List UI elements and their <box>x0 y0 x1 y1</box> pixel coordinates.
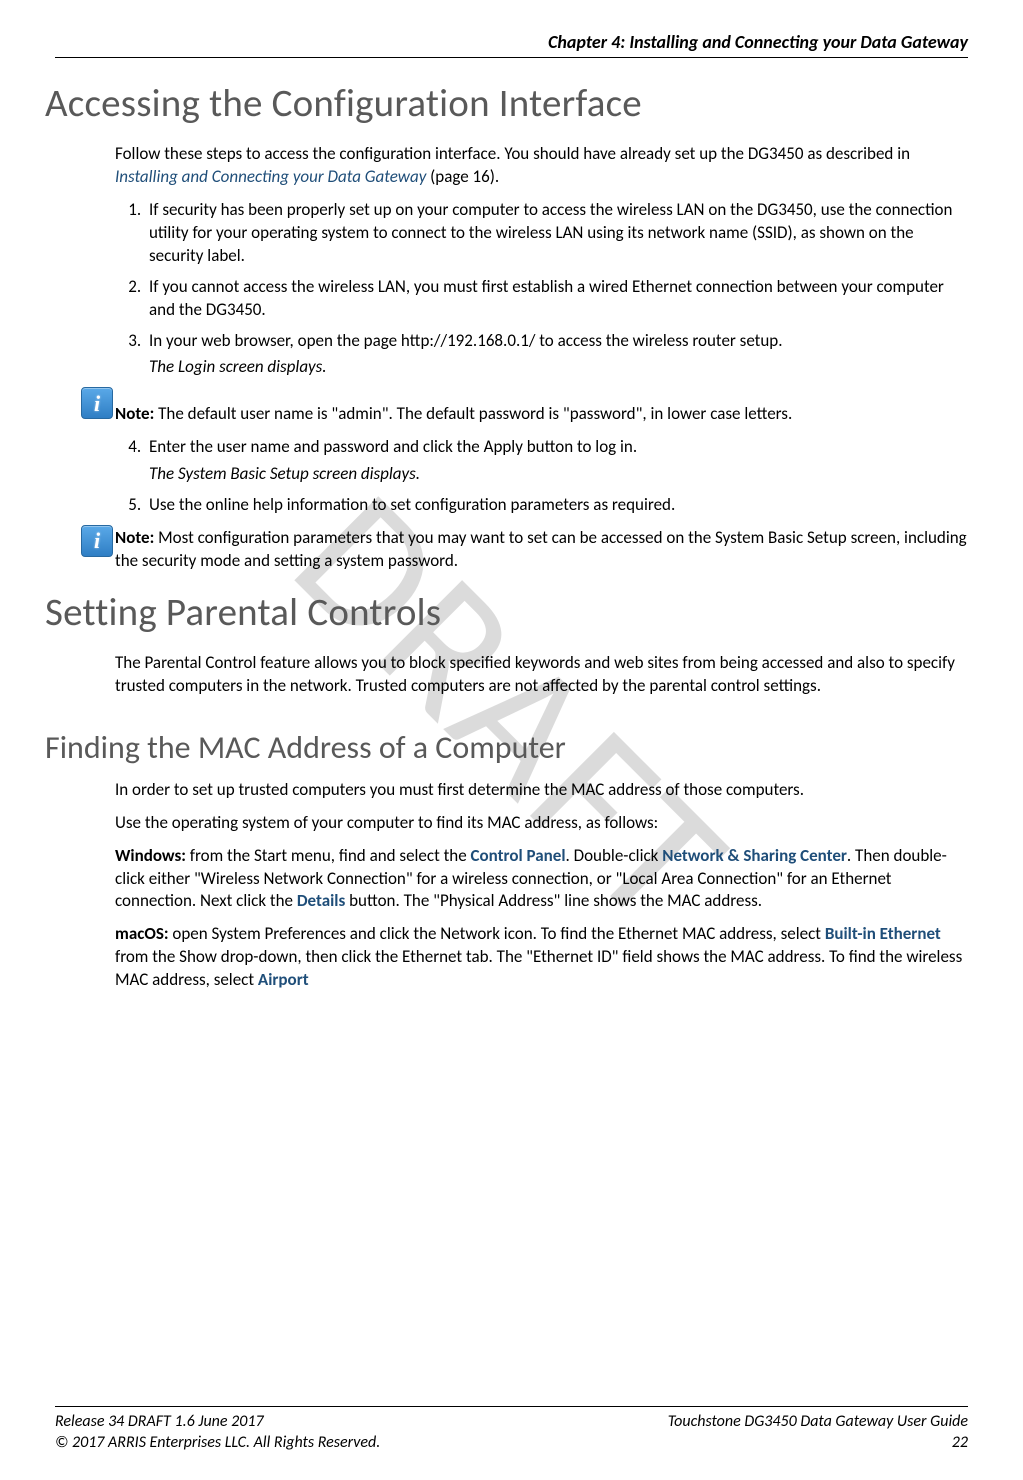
step-4-text: Enter the user name and password and cli… <box>149 436 637 457</box>
info-icon: i <box>81 387 113 419</box>
win-d: button. The "Physical Address" line show… <box>345 890 762 911</box>
note1-label: Note: <box>115 403 154 424</box>
page-footer: Release 34 DRAFT 1.6 June 2017 © 2017 AR… <box>55 1406 968 1454</box>
note2-text: Most configuration parameters that you m… <box>115 527 967 571</box>
step-1: If security has been properly set up on … <box>145 199 968 268</box>
win-b: . Double-click <box>566 845 663 866</box>
mac-p1: In order to set up trusted computers you… <box>115 779 968 802</box>
macos-para: macOS: open System Preferences and click… <box>115 923 968 992</box>
heading-parental-controls: Setting Parental Controls <box>45 587 968 640</box>
note-block-1: i Note: The default user name is "admin"… <box>115 389 968 426</box>
link-details[interactable]: Details <box>297 890 345 911</box>
macos-label: macOS: <box>115 923 169 944</box>
link-installing-guide[interactable]: Installing and Connecting your Data Gate… <box>115 166 426 187</box>
step-3-text: In your web browser, open the page http:… <box>149 330 783 351</box>
link-airport[interactable]: Airport <box>258 969 309 990</box>
mac-a: open System Preferences and click the Ne… <box>169 923 825 944</box>
intro-text-a: Follow these steps to access the configu… <box>115 143 910 164</box>
intro-text-b: (page 16). <box>426 166 499 187</box>
heading-finding-mac: Finding the MAC Address of a Computer <box>45 726 968 769</box>
parental-body: The Parental Control feature allows you … <box>115 652 968 698</box>
note-block-2: i Note: Most configuration parameters th… <box>115 527 968 573</box>
note2-label: Note: <box>115 527 154 548</box>
link-control-panel[interactable]: Control Panel <box>471 845 566 866</box>
chapter-header: Chapter 4: Installing and Connecting you… <box>55 30 968 58</box>
win-a: from the Start menu, find and select the <box>186 845 471 866</box>
step-2: If you cannot access the wireless LAN, y… <box>145 276 968 322</box>
step-4-result: The System Basic Setup screen displays. <box>149 463 968 486</box>
step-3-result: The Login screen displays. <box>149 356 968 379</box>
note1-text: The default user name is "admin". The de… <box>154 403 792 424</box>
link-builtin-ethernet[interactable]: Built-in Ethernet <box>825 923 941 944</box>
footer-page-number: 22 <box>668 1432 968 1454</box>
windows-label: Windows: <box>115 845 186 866</box>
footer-guide: Touchstone DG3450 Data Gateway User Guid… <box>668 1411 968 1433</box>
footer-release: Release 34 DRAFT 1.6 June 2017 <box>55 1411 380 1433</box>
step-3: In your web browser, open the page http:… <box>145 330 968 380</box>
mac-b: from the Show drop-down, then click the … <box>115 946 962 990</box>
footer-copyright: © 2017 ARRIS Enterprises LLC. All Rights… <box>55 1432 380 1454</box>
mac-p2: Use the operating system of your compute… <box>115 812 968 835</box>
step-4: Enter the user name and password and cli… <box>145 436 968 486</box>
intro-paragraph: Follow these steps to access the configu… <box>115 143 968 189</box>
link-network-sharing[interactable]: Network & Sharing Center <box>662 845 847 866</box>
heading-accessing-config: Accessing the Configuration Interface <box>45 78 968 131</box>
step-5: Use the online help information to set c… <box>145 494 968 517</box>
info-icon: i <box>81 525 113 557</box>
windows-para: Windows: from the Start menu, find and s… <box>115 845 968 914</box>
